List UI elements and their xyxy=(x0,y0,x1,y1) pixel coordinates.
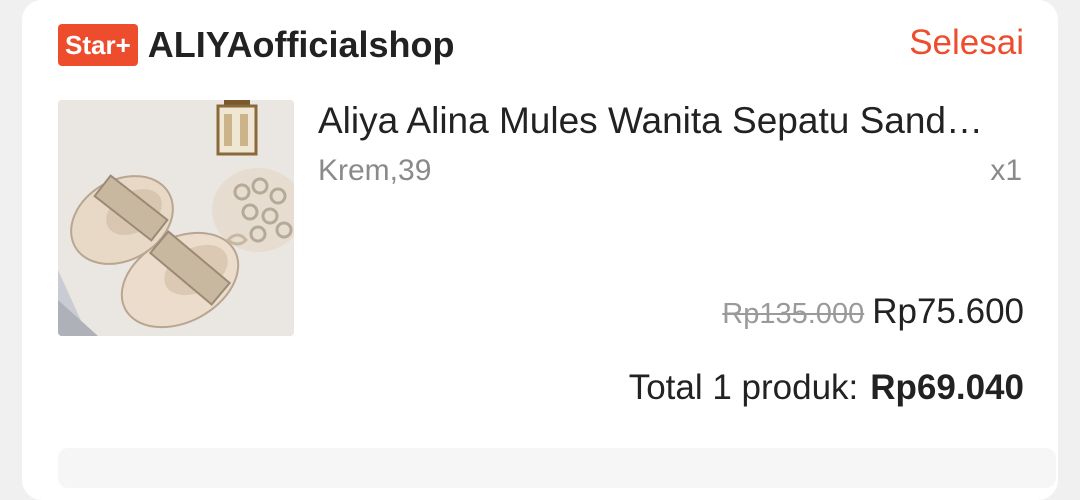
total-label: Total 1 produk: xyxy=(628,368,859,407)
price-row: Rp135.000 Rp75.600 xyxy=(722,292,1024,332)
product-variant: Krem,39 xyxy=(318,154,432,187)
original-price: Rp135.000 xyxy=(722,298,865,330)
star-plus-badge: Star+ xyxy=(58,24,138,66)
order-total: Total 1 produk: Rp69.040 xyxy=(629,368,1024,408)
order-status: Selesai xyxy=(909,23,1024,62)
total-amount: Rp69.040 xyxy=(870,368,1024,407)
current-price: Rp75.600 xyxy=(872,292,1024,331)
product-image[interactable] xyxy=(58,100,294,336)
shop-name[interactable]: ALIYAofficialshop xyxy=(148,24,455,66)
order-footer-panel xyxy=(58,448,1056,488)
product-quantity: x1 xyxy=(990,154,1022,187)
order-card[interactable]: Star+ ALIYAofficialshop Selesai Aliya Al… xyxy=(22,0,1058,500)
shoe-product-icon xyxy=(58,100,294,336)
shop-header[interactable]: Star+ ALIYAofficialshop xyxy=(58,22,454,68)
product-name[interactable]: Aliya Alina Mules Wanita Sepatu Sand… xyxy=(318,100,1028,142)
